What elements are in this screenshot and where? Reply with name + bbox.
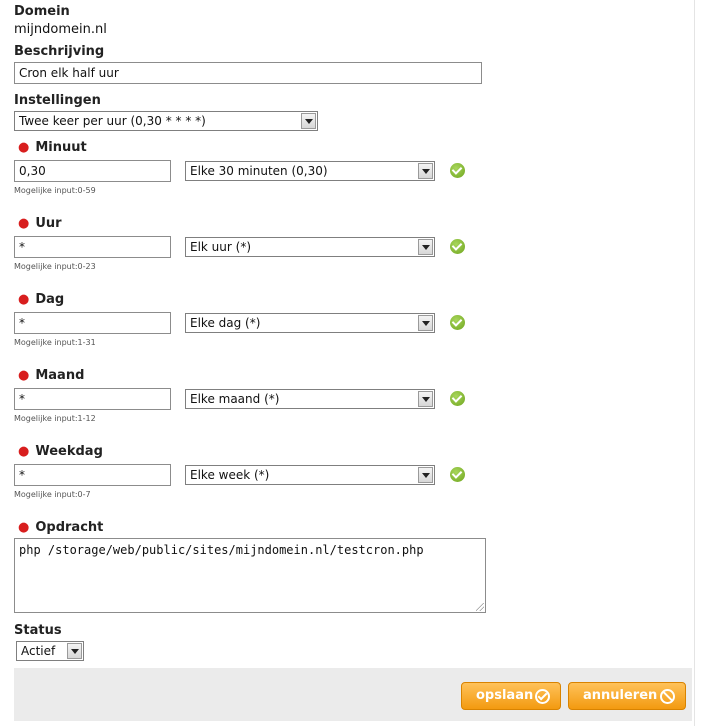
required-dot-icon: ●	[18, 444, 30, 459]
save-button-label: opslaan	[476, 688, 534, 703]
description-input[interactable]: Cron elk half uur	[14, 62, 482, 84]
check-circle-icon	[535, 689, 550, 704]
month-select[interactable]: Elke maand (*)	[185, 389, 435, 409]
minute-select-value: Elke 30 minuten (0,30)	[190, 164, 328, 178]
minute-label: ● Minuut	[18, 140, 87, 155]
required-dot-icon: ●	[18, 216, 30, 231]
frame-border	[694, 0, 695, 726]
hour-select-value: Elk uur (*)	[190, 240, 252, 254]
command-label: ● Opdracht	[18, 520, 104, 535]
required-dot-icon: ●	[18, 368, 30, 383]
required-dot-icon: ●	[18, 292, 30, 307]
chevron-down-icon	[301, 113, 316, 129]
valid-check-icon	[450, 467, 465, 482]
weekday-label: ● Weekdag	[18, 444, 103, 459]
minute-hint: Mogelijke input:0-59	[14, 186, 96, 195]
chevron-down-icon	[418, 467, 433, 483]
status-select-value: Actief	[21, 644, 56, 658]
valid-check-icon	[450, 163, 465, 178]
day-label: ● Dag	[18, 292, 65, 307]
hour-input[interactable]: *	[14, 236, 171, 258]
required-dot-icon: ●	[18, 520, 30, 535]
valid-check-icon	[450, 239, 465, 254]
resize-grip-icon[interactable]	[476, 603, 484, 611]
day-select[interactable]: Elke dag (*)	[185, 313, 435, 333]
month-select-value: Elke maand (*)	[190, 392, 280, 406]
status-select[interactable]: Actief	[16, 641, 84, 661]
month-label: ● Maand	[18, 368, 85, 383]
weekday-input[interactable]: *	[14, 464, 171, 486]
settings-select[interactable]: Twee keer per uur (0,30 * * * *)	[14, 111, 318, 131]
day-select-value: Elke dag (*)	[190, 316, 261, 330]
day-input[interactable]: *	[14, 312, 171, 334]
domain-value: mijndomein.nl	[14, 22, 107, 37]
chevron-down-icon	[418, 315, 433, 331]
required-dot-icon: ●	[18, 140, 30, 155]
command-value: php /storage/web/public/sites/mijndomein…	[19, 543, 424, 557]
day-hint: Mogelijke input:1-31	[14, 338, 96, 347]
month-hint: Mogelijke input:1-12	[14, 414, 96, 423]
chevron-down-icon	[67, 643, 82, 659]
weekday-hint: Mogelijke input:0-7	[14, 490, 91, 499]
weekday-select[interactable]: Elke week (*)	[185, 465, 435, 485]
valid-check-icon	[450, 391, 465, 406]
minute-select[interactable]: Elke 30 minuten (0,30)	[185, 161, 435, 181]
status-label: Status	[14, 623, 62, 638]
description-label: Beschrijving	[14, 44, 105, 59]
save-button[interactable]: opslaan	[461, 682, 561, 710]
hour-hint: Mogelijke input:0-23	[14, 262, 96, 271]
forbidden-icon	[660, 689, 675, 704]
weekday-select-value: Elke week (*)	[190, 468, 270, 482]
chevron-down-icon	[418, 163, 433, 179]
chevron-down-icon	[418, 391, 433, 407]
command-textarea[interactable]: php /storage/web/public/sites/mijndomein…	[14, 538, 486, 613]
settings-select-value: Twee keer per uur (0,30 * * * *)	[19, 114, 206, 128]
hour-select[interactable]: Elk uur (*)	[185, 237, 435, 257]
cancel-button[interactable]: annuleren	[568, 682, 686, 710]
settings-label: Instellingen	[14, 93, 101, 108]
domain-label: Domein	[14, 4, 70, 19]
cancel-button-label: annuleren	[583, 688, 658, 703]
minute-input[interactable]: 0,30	[14, 160, 171, 182]
chevron-down-icon	[418, 239, 433, 255]
valid-check-icon	[450, 315, 465, 330]
hour-label: ● Uur	[18, 216, 62, 231]
month-input[interactable]: *	[14, 388, 171, 410]
